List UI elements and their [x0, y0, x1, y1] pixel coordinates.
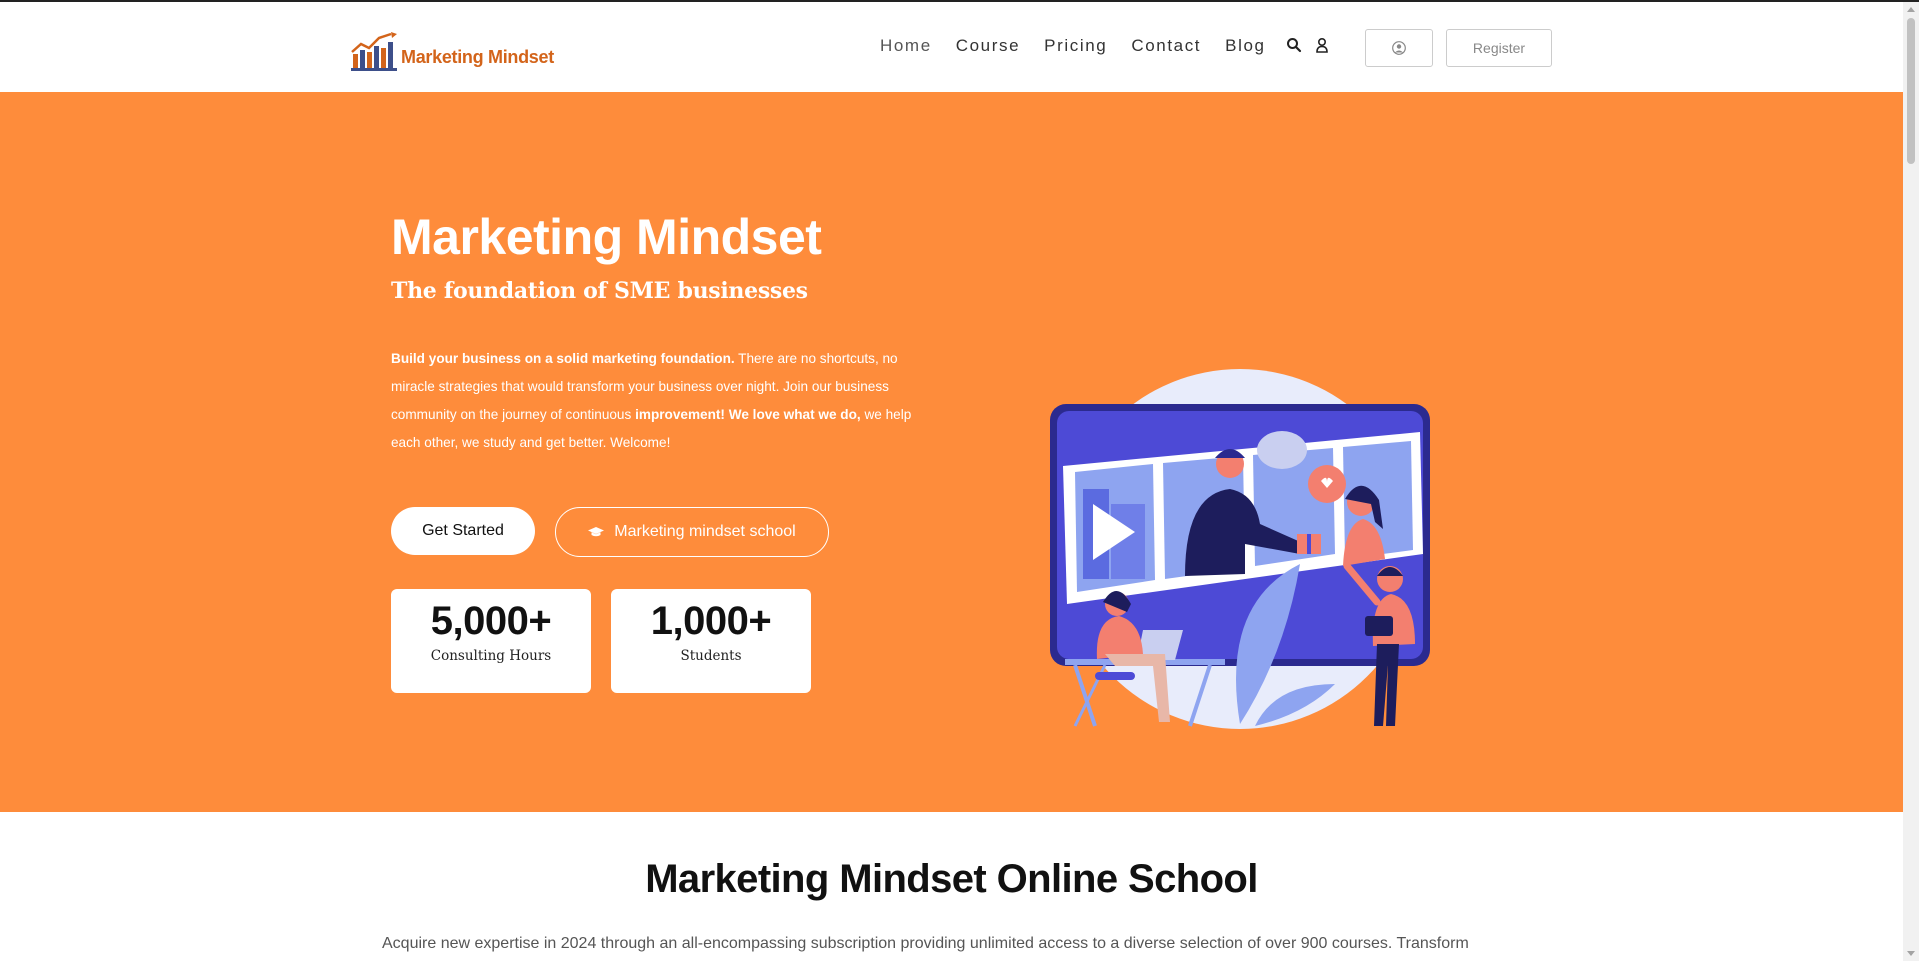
hero-subtitle: The foundation of SME businesses — [391, 278, 808, 304]
search-icon[interactable] — [1286, 37, 1304, 55]
user-icon[interactable] — [1314, 37, 1332, 55]
site-logo[interactable]: Marketing Mindset — [351, 24, 554, 72]
site-header: Marketing Mindset Home Course Pricing Co… — [0, 2, 1903, 92]
logo-text: Marketing Mindset — [401, 47, 554, 67]
nav-home[interactable]: Home — [880, 36, 932, 56]
register-button[interactable]: Register — [1446, 29, 1552, 67]
get-started-button[interactable]: Get Started — [391, 507, 535, 555]
graduation-cap-icon — [588, 526, 605, 538]
main-nav: Home Course Pricing Contact Blog — [880, 36, 1342, 56]
stat-value: 5,000+ — [430, 599, 552, 643]
nav-blog[interactable]: Blog — [1225, 36, 1265, 56]
hero-description: Build your business on a solid marketing… — [391, 345, 931, 457]
user-circle-icon — [1392, 41, 1406, 55]
nav-contact[interactable]: Contact — [1131, 36, 1201, 56]
school-section-text: Acquire new expertise in 2024 through an… — [382, 935, 1469, 952]
hero-desc-bold-1: Build your business on a solid marketing… — [391, 351, 735, 366]
school-section-title: Marketing Mindset Online School — [645, 857, 1258, 901]
hero-section: Marketing Mindset The foundation of SME … — [0, 92, 1903, 812]
stat-card-students: 1,000+ Students — [611, 589, 811, 693]
online-meeting-illustration — [1050, 369, 1430, 729]
nav-pricing[interactable]: Pricing — [1044, 36, 1107, 56]
hero-desc-bold-2: improvement! We love what we do, — [635, 407, 861, 422]
school-button[interactable]: Marketing mindset school — [555, 507, 829, 557]
stat-label: Students — [680, 648, 742, 664]
page-scrollbar[interactable] — [1903, 2, 1919, 961]
logo-chart-icon — [351, 32, 397, 71]
hero-title: Marketing Mindset — [391, 209, 822, 265]
school-button-label: Marketing mindset school — [614, 523, 796, 540]
login-button[interactable] — [1365, 29, 1433, 67]
nav-course[interactable]: Course — [956, 36, 1020, 56]
scroll-down-arrow-icon[interactable] — [1907, 951, 1915, 956]
scrollbar-thumb[interactable] — [1907, 18, 1915, 164]
stat-value: 1,000+ — [650, 599, 772, 643]
stat-label: Consulting Hours — [430, 648, 552, 664]
scroll-up-arrow-icon[interactable] — [1907, 7, 1915, 12]
stat-card-hours: 5,000+ Consulting Hours — [391, 589, 591, 693]
